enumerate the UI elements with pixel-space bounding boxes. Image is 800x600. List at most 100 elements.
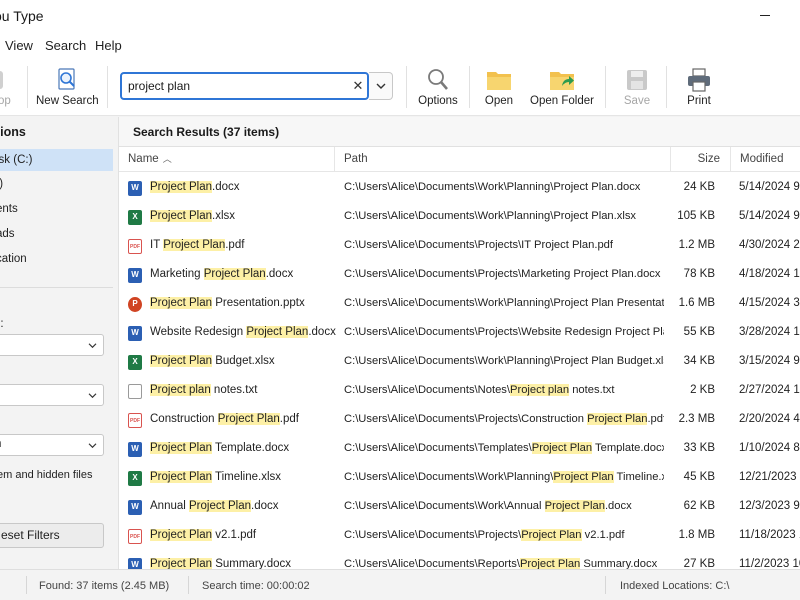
file-name-text: Budget.xlsx xyxy=(212,355,275,367)
save-button[interactable]: Save xyxy=(614,58,660,116)
magnifier-icon xyxy=(425,68,451,92)
file-name-text: IT xyxy=(150,239,164,251)
file-name-text: Annual xyxy=(150,500,190,512)
file-name: IT Project Plan.pdf xyxy=(150,231,340,260)
file-path-text: v2.1.pdf xyxy=(581,529,625,541)
filter-dropdown-1[interactable] xyxy=(0,334,104,356)
new-search-button[interactable]: New Search xyxy=(36,58,99,116)
column-size[interactable]: Size xyxy=(670,147,730,172)
file-path: C:\Users\Alice\Documents\Work\Planning\P… xyxy=(344,202,664,231)
file-path-text: C:\Users\Alice\Documents\Projects\IT Pro… xyxy=(344,239,614,251)
match-highlight: Project Plan xyxy=(553,471,614,483)
table-row[interactable]: W Website Redesign Project Plan.docx C:\Us… xyxy=(119,318,800,347)
menu-search[interactable]: Search xyxy=(45,38,86,53)
table-row[interactable]: W Marketing Project Plan.docx C:\Users\Ali… xyxy=(119,260,800,289)
file-path: C:\Users\Alice\Documents\Projects\Market… xyxy=(344,260,664,289)
menu-help[interactable]: Help xyxy=(95,38,122,53)
column-path[interactable]: Path xyxy=(334,147,670,172)
folder-icon xyxy=(486,68,512,92)
table-row[interactable]: PDF Construction Project Plan.pdf C:\Users… xyxy=(119,405,800,434)
file-path-text: .docx xyxy=(604,500,632,512)
file-path: C:\Users\Alice\Documents\Projects\Constr… xyxy=(344,405,664,434)
chevron-down-icon xyxy=(376,83,386,89)
minimize-icon[interactable] xyxy=(758,7,774,23)
match-highlight: Project Plan xyxy=(150,181,213,193)
options-button[interactable]: Options xyxy=(412,58,464,116)
reset-filters-button[interactable]: eset Filters xyxy=(0,523,104,548)
open-folder-button[interactable]: Open Folder xyxy=(529,58,595,116)
filter-dropdown-3[interactable]: n xyxy=(0,434,104,456)
file-modified: 12/21/2023 2 xyxy=(739,471,800,483)
title-bar: ou Type xyxy=(0,0,800,32)
file-name-text: Presentation.pptx xyxy=(212,297,305,309)
pdf-file-icon: PDF xyxy=(128,529,142,544)
file-name-text: .pdf xyxy=(279,413,299,425)
filter-dropdown-2[interactable] xyxy=(0,384,104,406)
table-row[interactable]: W Project Plan.docx C:\Users\Alice\Documen… xyxy=(119,173,800,202)
file-path-text: C:\Users\Alice\Documents\Projects\Websit… xyxy=(344,326,664,338)
file-name-text: .docx xyxy=(308,326,336,338)
word-file-icon: W xyxy=(128,181,142,196)
file-path-text: C:\Users\Alice\Documents\Work\Annual xyxy=(344,500,545,512)
file-path-text: C:\Users\Alice\Documents\Work\Planning\P… xyxy=(344,210,637,222)
file-name-text: .xlsx xyxy=(212,210,236,222)
file-size: 62 KB xyxy=(683,500,715,512)
table-row[interactable]: PDF Project Plan v2.1.pdf C:\Users\Alice\D… xyxy=(119,521,800,550)
file-size: 105 KB xyxy=(677,210,715,222)
match-highlight: Project Plan xyxy=(587,413,648,425)
back-button[interactable]: op xyxy=(0,58,12,116)
file-size: 2 KB xyxy=(690,384,715,396)
search-history-dropdown[interactable] xyxy=(369,72,393,100)
match-highlight: Project Plan xyxy=(531,442,593,454)
status-indexed-locations: Indexed Locations: C:\ xyxy=(620,580,730,592)
file-modified: 11/18/2023 1 xyxy=(739,529,800,541)
results-panel: Search Results (37 items) Name ︿ Path Siz… xyxy=(118,117,800,573)
file-modified: 5/14/2024 9:1 xyxy=(739,181,800,193)
sidebar-divider xyxy=(0,287,113,288)
table-row[interactable]: PDF IT Project Plan.pdf C:\Users\Alice\Doc… xyxy=(119,231,800,260)
table-row[interactable]: X Project Plan.xlsx C:\Users\Alice\Documen… xyxy=(119,202,800,231)
table-row[interactable]: W Annual Project Plan.docx C:\Users\Alice\… xyxy=(119,492,800,521)
table-row[interactable]: Project plan notes.txt C:\Users\Alice\Doc… xyxy=(119,376,800,405)
table-row[interactable]: P Project Plan Presentation.pptx C:\Users\… xyxy=(119,289,800,318)
include-system-hidden-checkbox[interactable]: tem and hidden files xyxy=(0,469,92,481)
table-row[interactable]: W Project Plan Template.docx C:\Users\Alic… xyxy=(119,434,800,463)
new-search-icon xyxy=(54,68,80,92)
file-name: Project Plan Presentation.pptx xyxy=(150,289,340,318)
sidebar-item-custom-location[interactable]: cation xyxy=(0,248,113,270)
word-file-icon: W xyxy=(128,442,142,457)
table-row[interactable]: X Project Plan Budget.xlsx C:\Users\Alice\… xyxy=(119,347,800,376)
sidebar-item-documents[interactable]: ents xyxy=(0,198,113,220)
file-name: Project plan notes.txt xyxy=(150,376,340,405)
excel-file-icon: X xyxy=(128,210,142,225)
column-name[interactable]: Name ︿ xyxy=(119,147,334,172)
open-button[interactable]: Open xyxy=(476,58,522,116)
file-name: Annual Project Plan.docx xyxy=(150,492,340,521)
file-path: C:\Users\Alice\Documents\Work\Planning\P… xyxy=(344,463,664,492)
column-modified[interactable]: Modified xyxy=(730,147,800,172)
menu-view[interactable]: View xyxy=(5,38,33,53)
file-modified: 4/18/2024 1 xyxy=(739,268,800,280)
file-size: 45 KB xyxy=(683,471,715,483)
file-name-text: Timeline.xlsx xyxy=(212,471,282,483)
file-path-text: C:\Users\Alice\Documents\Work\Planning\P… xyxy=(344,181,641,193)
file-size: 34 KB xyxy=(683,355,715,367)
txt-file-icon xyxy=(128,384,142,399)
file-path-text: C:\Users\Alice\Documents\Work\Planning\ xyxy=(344,471,554,483)
sidebar-item-local-disk[interactable]: isk (C:) xyxy=(0,149,113,171)
file-path-text: notes.txt xyxy=(569,384,615,396)
clear-icon[interactable]: ✕ xyxy=(350,77,366,95)
file-name-text: Template.docx xyxy=(212,442,290,454)
search-input[interactable] xyxy=(128,77,328,95)
file-path: C:\Users\Alice\Documents\Projects\Websit… xyxy=(344,318,664,347)
file-modified: 4/15/2024 3:2 xyxy=(739,297,800,309)
toolbar-separator xyxy=(605,66,606,108)
file-modified: 3/15/2024 9: xyxy=(739,355,800,367)
toolbar-separator xyxy=(406,66,407,108)
sidebar-item-downloads[interactable]: ads xyxy=(0,223,113,245)
sidebar-item-drive[interactable]: :) xyxy=(0,173,113,195)
file-name: Project Plan.docx xyxy=(150,173,340,202)
print-button[interactable]: Print xyxy=(676,58,722,116)
match-highlight: Project Plan xyxy=(217,413,280,425)
table-row[interactable]: X Project Plan Timeline.xlsx C:\Users\Alic… xyxy=(119,463,800,492)
